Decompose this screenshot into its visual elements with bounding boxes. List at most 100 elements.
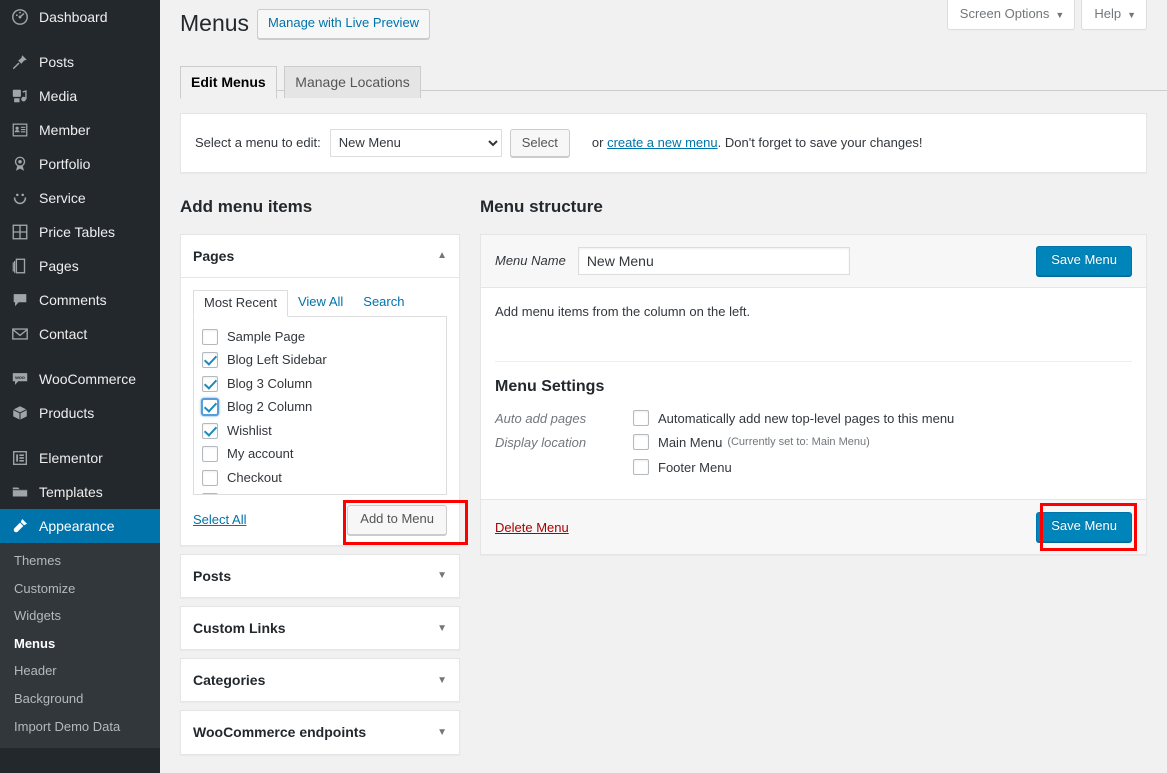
location-footer-menu[interactable]: Footer Menu [633, 459, 1132, 476]
select-menu-label: Select a menu to edit: [195, 135, 321, 151]
sidebar-item-service[interactable]: Service [0, 181, 160, 215]
panel-categories: Categories ▼ [180, 658, 460, 703]
tab-manage-locations[interactable]: Manage Locations [284, 65, 421, 99]
save-menu-button-bottom[interactable]: Save Menu [1036, 512, 1132, 542]
tab-search[interactable]: Search [353, 290, 414, 316]
pages-actions: Select All Add to Menu [193, 495, 468, 545]
woo-icon: woo [10, 369, 30, 389]
manage-with-live-preview-button[interactable]: Manage with Live Preview [257, 9, 431, 39]
sidebar-item-posts[interactable]: Posts [0, 45, 160, 79]
help-button[interactable]: Help ▼ [1081, 0, 1147, 30]
list-item[interactable]: Sample Page [202, 325, 446, 349]
media-icon [10, 86, 30, 106]
panel-posts-header[interactable]: Posts ▼ [181, 555, 459, 597]
create-a-new-menu-link[interactable]: create a new menu [607, 135, 718, 150]
location-main-menu[interactable]: Main Menu (Currently set to: Main Menu) [633, 434, 1132, 451]
brush-icon [10, 516, 30, 536]
sidebar-item-label: Dashboard [39, 9, 108, 25]
display-location-options: Main Menu (Currently set to: Main Menu) … [633, 434, 1132, 476]
sidebar-subitem-import-demo-data[interactable]: Import Demo Data [0, 713, 160, 741]
checkbox-blog-3-column[interactable] [202, 375, 218, 392]
menu-settings-heading: Menu Settings [495, 377, 605, 395]
sidebar-subitem-widgets[interactable]: Widgets [0, 602, 160, 630]
sidebar-subitem-themes[interactable]: Themes [0, 547, 160, 575]
chevron-up-icon[interactable]: ▲ [437, 249, 447, 262]
menu-footer: Delete Menu Save Menu [481, 499, 1146, 554]
sidebar-separator [0, 34, 160, 45]
pages-icon [10, 256, 30, 276]
sidebar-subitem-menus[interactable]: Menus [0, 630, 160, 658]
checkbox-my-account[interactable] [202, 446, 218, 463]
page-title: Menus [180, 10, 250, 36]
sidebar-subitem-background[interactable]: Background [0, 685, 160, 713]
pages-tabs: Most Recent View All Search [193, 289, 447, 317]
sidebar-item-label: Price Tables [39, 224, 116, 240]
chevron-down-icon: ▼ [1055, 10, 1065, 20]
panel-custom-links-header[interactable]: Custom Links ▼ [181, 607, 459, 649]
panel-custom-links: Custom Links ▼ [180, 606, 460, 651]
list-item[interactable]: Checkout [202, 466, 446, 490]
sidebar-item-label: Contact [39, 326, 88, 342]
sidebar-item-member[interactable]: Member [0, 113, 160, 147]
tab-view-all[interactable]: View All [288, 290, 353, 316]
chevron-down-icon[interactable]: ▼ [437, 726, 447, 739]
list-item[interactable]: Wishlist [202, 419, 446, 443]
box-icon [10, 403, 30, 423]
sidebar-item-products[interactable]: Products [0, 396, 160, 430]
checkbox-checkout[interactable] [202, 469, 218, 486]
svg-text:woo: woo [14, 376, 25, 381]
list-item[interactable]: Blog Left Sidebar [202, 348, 446, 372]
help-label: Help [1094, 6, 1122, 21]
checkbox-auto-add-pages[interactable] [633, 410, 649, 427]
delete-menu-link[interactable]: Delete Menu [495, 520, 569, 535]
save-menu-button-top[interactable]: Save Menu [1036, 245, 1132, 276]
sidebar-item-media[interactable]: Media [0, 79, 160, 113]
sidebar-item-appearance[interactable]: Appearance [0, 509, 160, 543]
add-to-menu-button[interactable]: Add to Menu [347, 504, 447, 535]
sidebar-item-elementor[interactable]: Elementor [0, 441, 160, 475]
checkbox-blog-2-column[interactable] [202, 399, 218, 416]
sidebar-item-pages[interactable]: Pages [0, 249, 160, 283]
sidebar-item-woocommerce[interactable]: woo WooCommerce [0, 362, 160, 396]
menu-name-input[interactable] [577, 246, 850, 275]
panel-categories-header[interactable]: Categories ▼ [181, 659, 459, 701]
list-item[interactable]: My account [202, 442, 446, 466]
sidebar-subitem-header[interactable]: Header [0, 657, 160, 685]
checkbox-sample-page[interactable] [202, 328, 218, 345]
list-item[interactable]: Blog 3 Column [202, 372, 446, 396]
sidebar-item-price-tables[interactable]: Price Tables [0, 215, 160, 249]
checkbox-wishlist[interactable] [202, 422, 218, 439]
list-item[interactable]: Blog 2 Column [202, 395, 446, 419]
chevron-down-icon[interactable]: ▼ [437, 569, 447, 582]
list-item-label: Wishlist [227, 422, 272, 438]
screen-options-button[interactable]: Screen Options ▼ [946, 0, 1076, 30]
tab-most-recent[interactable]: Most Recent [193, 289, 288, 317]
sidebar-item-label: Elementor [39, 450, 103, 466]
chevron-down-icon[interactable]: ▼ [437, 674, 447, 687]
list-item-label: Blog 2 Column [227, 399, 313, 415]
auto-add-pages-option[interactable]: Automatically add new top-level pages to… [633, 410, 1132, 427]
elementor-icon [10, 448, 30, 468]
sidebar-item-portfolio[interactable]: Portfolio [0, 147, 160, 181]
display-location-label: Display location [495, 435, 587, 451]
menu-structure-heading: Menu structure [480, 197, 603, 216]
sidebar-item-templates[interactable]: Templates [0, 475, 160, 509]
sidebar-item-comments[interactable]: Comments [0, 283, 160, 317]
select-button[interactable]: Select [509, 128, 570, 157]
panel-woocommerce-endpoints-header[interactable]: WooCommerce endpoints ▼ [181, 711, 459, 753]
checkbox-blog-left-sidebar[interactable] [202, 352, 218, 369]
member-icon [10, 120, 30, 140]
select-all-link[interactable]: Select All [193, 512, 246, 527]
pages-checkbox-list[interactable]: Sample Page Blog Left Sidebar Blog 3 Col… [193, 316, 447, 495]
chevron-down-icon[interactable]: ▼ [437, 622, 447, 635]
panel-pages-header[interactable]: Pages ▲ [181, 235, 459, 278]
add-menu-items-column: Add menu items Pages ▲ Most Recent View … [180, 195, 468, 763]
tab-edit-menus[interactable]: Edit Menus [180, 65, 277, 100]
sidebar-item-dashboard[interactable]: Dashboard [0, 0, 160, 34]
sidebar-subitem-customize[interactable]: Customize [0, 575, 160, 603]
sidebar-item-contact[interactable]: Contact [0, 317, 160, 351]
menu-select-dropdown[interactable]: New Menu [329, 128, 502, 157]
award-icon [10, 154, 30, 174]
checkbox-main-menu[interactable] [633, 434, 649, 451]
checkbox-footer-menu[interactable] [633, 459, 649, 476]
